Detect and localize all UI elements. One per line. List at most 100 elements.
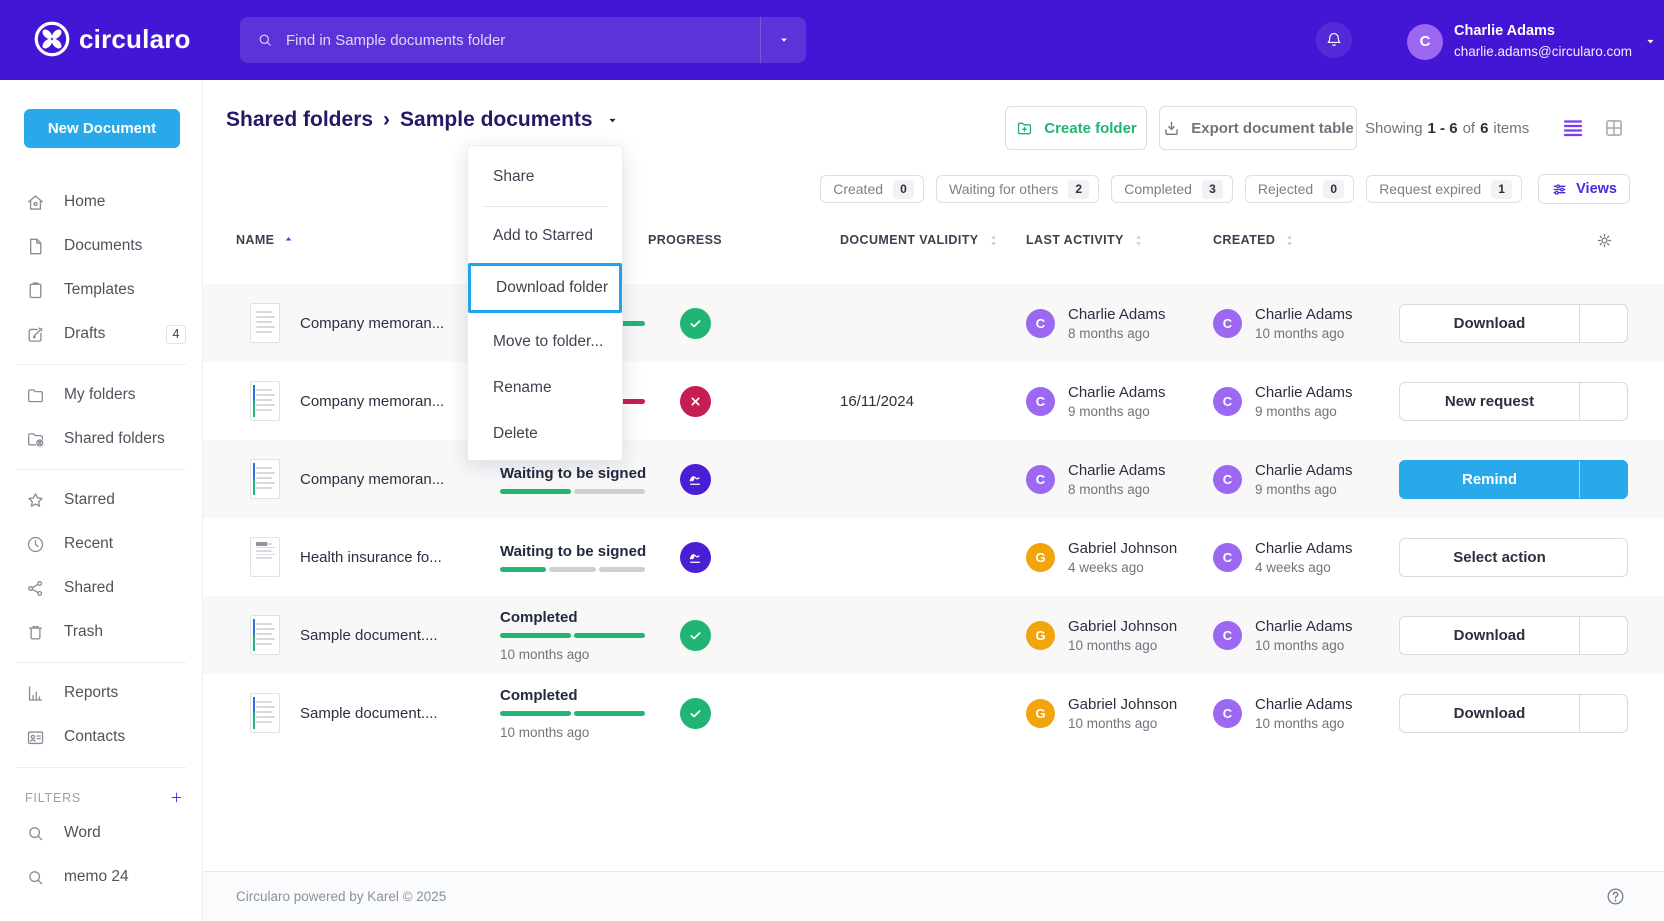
- breadcrumb-root[interactable]: Shared folders: [226, 108, 373, 132]
- top-bar: circularo C Charlie Adams charlie.adams@…: [0, 0, 1664, 80]
- table-row[interactable]: Company memoran... Waiting to be signed …: [203, 440, 1664, 518]
- row-action-dropdown[interactable]: [1579, 695, 1627, 732]
- created-avatar: C: [1213, 543, 1242, 572]
- folder-menu-caret-icon[interactable]: [606, 114, 619, 127]
- divider: [16, 662, 186, 663]
- search-icon: [25, 867, 46, 888]
- sidebar-item-starred[interactable]: Starred: [0, 478, 202, 522]
- row-action-button[interactable]: Download: [1400, 695, 1579, 732]
- sidebar-item-label: Contacts: [64, 728, 125, 746]
- row-action-dropdown[interactable]: [1579, 383, 1627, 420]
- sidebar-item-my-folders[interactable]: My folders: [0, 373, 202, 417]
- created-time: 4 weeks ago: [1255, 560, 1353, 575]
- search-scope-dropdown[interactable]: [760, 17, 806, 63]
- chevron-down-icon: [1644, 35, 1657, 48]
- notifications-button[interactable]: [1316, 22, 1352, 58]
- document-name[interactable]: Company memoran...: [300, 471, 444, 488]
- menu-item-delete[interactable]: Delete: [468, 411, 622, 457]
- column-header-name[interactable]: NAME: [236, 233, 500, 248]
- row-action-dropdown[interactable]: [1579, 617, 1627, 654]
- search-input[interactable]: [286, 32, 760, 49]
- column-header-last-activity[interactable]: LAST ACTIVITY: [1026, 233, 1213, 248]
- sidebar-item-shared[interactable]: Shared: [0, 566, 202, 610]
- menu-item-move-to-folder[interactable]: Move to folder...: [468, 319, 622, 365]
- user-menu[interactable]: C Charlie Adams charlie.adams@circularo.…: [1407, 21, 1657, 63]
- document-name[interactable]: Sample document....: [300, 627, 438, 644]
- export-document-table-button[interactable]: Export document table: [1159, 106, 1357, 150]
- document-name[interactable]: Sample document....: [300, 705, 438, 722]
- sidebar-item-contacts[interactable]: Contacts: [0, 715, 202, 759]
- table-row[interactable]: Company memoran... C Charlie Adams8 mont…: [203, 284, 1664, 362]
- document-name[interactable]: Company memoran...: [300, 315, 444, 332]
- table-row[interactable]: Health insurance fo... Waiting to be sig…: [203, 518, 1664, 596]
- sidebar-item-drafts[interactable]: Drafts 4: [0, 312, 202, 356]
- add-filter-icon[interactable]: [169, 790, 184, 805]
- divider: [482, 206, 608, 207]
- clock-icon: [25, 534, 46, 555]
- new-document-button[interactable]: New Document: [24, 109, 180, 148]
- row-action-dropdown[interactable]: [1579, 305, 1627, 342]
- last-activity-time: 9 months ago: [1068, 404, 1166, 419]
- sidebar-navigation: HomeDocumentsTemplatesDrafts4My foldersS…: [0, 180, 202, 759]
- status-filter-chips: Created0 Waiting for others2 Completed3 Rej…: [203, 174, 1630, 204]
- created-user: Charlie Adams: [1255, 696, 1353, 713]
- status-text: Waiting to be signed: [500, 465, 648, 482]
- filter-chip-rejected[interactable]: Rejected0: [1245, 175, 1354, 203]
- document-name[interactable]: Company memoran...: [300, 393, 444, 410]
- app-logo[interactable]: circularo: [34, 21, 191, 57]
- search-icon: [25, 823, 46, 844]
- grid-view-toggle-icon[interactable]: [1603, 117, 1625, 139]
- sidebar-item-reports[interactable]: Reports: [0, 671, 202, 715]
- row-action-dropdown[interactable]: [1579, 461, 1627, 498]
- count-badge: 4: [166, 325, 186, 344]
- create-folder-button[interactable]: Create folder: [1005, 106, 1147, 150]
- document-name[interactable]: Health insurance fo...: [300, 549, 442, 566]
- list-view-toggle-icon[interactable]: [1561, 116, 1585, 140]
- chevron-down-icon: [1598, 395, 1610, 407]
- table-row[interactable]: Sample document.... Completed 10 months …: [203, 596, 1664, 674]
- breadcrumb-current[interactable]: Sample documents: [400, 108, 593, 132]
- row-action-button[interactable]: Download: [1400, 617, 1579, 654]
- status-time: 10 months ago: [500, 725, 648, 740]
- filter-label: Word: [64, 824, 101, 842]
- menu-item-share[interactable]: Share: [468, 154, 622, 200]
- chip-count: 0: [893, 180, 914, 199]
- document-thumbnail: [250, 537, 280, 577]
- sidebar-item-templates[interactable]: Templates: [0, 268, 202, 312]
- sidebar-item-recent[interactable]: Recent: [0, 522, 202, 566]
- sidebar-item-label: Drafts: [64, 325, 105, 343]
- sidebar-item-label: Templates: [64, 281, 135, 299]
- saved-filter-memo-24[interactable]: memo 24: [0, 855, 202, 899]
- column-header-document-validity[interactable]: DOCUMENT VALIDITY: [840, 233, 1026, 248]
- progress-bar: [500, 489, 645, 494]
- filter-chip-created[interactable]: Created0: [820, 175, 924, 203]
- search-icon: [256, 31, 274, 49]
- contacts-icon: [25, 727, 46, 748]
- views-button[interactable]: Views: [1538, 174, 1630, 204]
- row-action-button[interactable]: Select action: [1400, 539, 1627, 576]
- filter-chip-waiting-for-others[interactable]: Waiting for others2: [936, 175, 1099, 203]
- filter-chip-completed[interactable]: Completed3: [1111, 175, 1233, 203]
- document-thumbnail: [250, 693, 280, 733]
- table-settings-gear-icon[interactable]: [1595, 231, 1614, 250]
- sidebar-item-shared-folders[interactable]: Shared folders: [0, 417, 202, 461]
- menu-item-download-folder[interactable]: Download folder: [471, 266, 619, 310]
- table-row[interactable]: Company memoran... 16/11/2024 C Charlie …: [203, 362, 1664, 440]
- saved-filter-word[interactable]: Word: [0, 811, 202, 855]
- column-header-created[interactable]: CREATED: [1213, 233, 1399, 248]
- menu-item-rename[interactable]: Rename: [468, 365, 622, 411]
- progress-bar: [500, 711, 645, 716]
- table-row[interactable]: Sample document.... Completed 10 months …: [203, 674, 1664, 752]
- row-action-button[interactable]: Download: [1400, 305, 1579, 342]
- sidebar-item-documents[interactable]: Documents: [0, 224, 202, 268]
- chevron-down-icon: [1562, 551, 1574, 563]
- sidebar-item-trash[interactable]: Trash: [0, 610, 202, 654]
- sliders-icon: [1551, 181, 1568, 198]
- menu-item-add-to-starred[interactable]: Add to Starred: [468, 213, 622, 259]
- row-action-button[interactable]: Remind: [1400, 461, 1579, 498]
- last-activity-time: 10 months ago: [1068, 638, 1177, 653]
- sidebar-item-home[interactable]: Home: [0, 180, 202, 224]
- help-icon[interactable]: [1605, 886, 1626, 907]
- filter-chip-request-expired[interactable]: Request expired1: [1366, 175, 1522, 203]
- row-action-button[interactable]: New request: [1400, 383, 1579, 420]
